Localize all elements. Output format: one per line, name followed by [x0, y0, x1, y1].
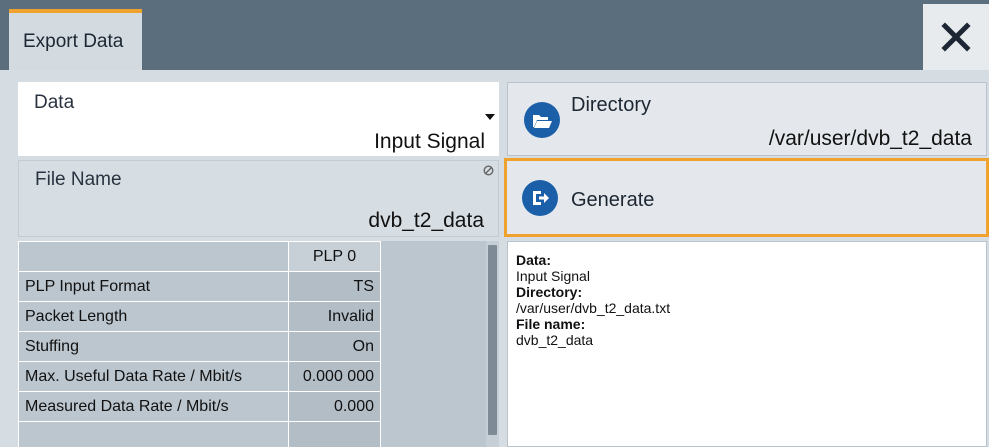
- row-label: Max. Useful Data Rate / Mbit/s: [18, 361, 289, 392]
- data-select-value: Input Signal: [374, 130, 485, 153]
- directory-label: Directory: [571, 94, 652, 116]
- row-value-empty: [288, 421, 381, 447]
- generate-button[interactable]: Generate: [504, 158, 989, 237]
- table-header-row: PLP 0: [18, 241, 381, 272]
- data-select-label: Data: [34, 92, 75, 113]
- table-row: Stuffing On: [18, 331, 381, 362]
- summary-data-value: Input Signal: [516, 268, 590, 284]
- row-label: Packet Length: [18, 301, 289, 332]
- column-header-plp0: PLP 0: [288, 241, 381, 272]
- summary-data-key: Data:: [516, 252, 552, 268]
- table-corner: [18, 241, 289, 272]
- file-name-value: dvb_t2_data: [368, 209, 484, 232]
- export-icon: [522, 180, 558, 216]
- row-label-empty: [18, 421, 289, 447]
- close-button[interactable]: [923, 4, 989, 70]
- directory-value: /var/user/dvb_t2_data: [768, 127, 972, 150]
- dropdown-arrow-icon: [485, 114, 495, 120]
- export-summary: Data: Input Signal Directory: /var/user/…: [507, 241, 987, 447]
- row-label: PLP Input Format: [18, 271, 289, 302]
- summary-file-value: dvb_t2_data: [516, 332, 594, 348]
- table-row: Max. Useful Data Rate / Mbit/s 0.000 000: [18, 361, 381, 392]
- table-row: Packet Length Invalid: [18, 301, 381, 332]
- plp-info-table: PLP 0 PLP Input Format TS Packet Length …: [18, 241, 499, 447]
- table-scrollbar-thumb[interactable]: [488, 245, 497, 435]
- data-select[interactable]: Data Input Signal: [18, 82, 499, 156]
- row-label: Stuffing: [18, 331, 289, 362]
- file-name-field[interactable]: File Name dvb_t2_data: [18, 160, 499, 237]
- summary-directory-key: Directory:: [516, 284, 583, 300]
- directory-button[interactable]: Directory /var/user/dvb_t2_data: [507, 82, 987, 156]
- close-icon: [941, 22, 971, 52]
- summary-file-key: File name:: [516, 316, 586, 332]
- table-row: Measured Data Rate / Mbit/s 0.000: [18, 391, 381, 422]
- folder-open-icon: [524, 102, 560, 138]
- generate-label: Generate: [571, 189, 655, 211]
- summary-directory-value: /var/user/dvb_t2_data.txt: [516, 300, 671, 316]
- disabled-edit-icon: [483, 165, 494, 176]
- dialog-titlebar: [0, 0, 989, 70]
- table-row: PLP Input Format TS: [18, 271, 381, 302]
- row-value[interactable]: 0.000: [288, 391, 381, 422]
- row-value[interactable]: 0.000 000: [288, 361, 381, 392]
- dialog-title: Export Data: [23, 30, 124, 52]
- row-value[interactable]: TS: [288, 271, 381, 302]
- file-name-label: File Name: [35, 169, 122, 190]
- table-row: [18, 421, 381, 447]
- row-label: Measured Data Rate / Mbit/s: [18, 391, 289, 422]
- row-value[interactable]: Invalid: [288, 301, 381, 332]
- row-value[interactable]: On: [288, 331, 381, 362]
- dialog-title-tab: Export Data: [9, 9, 142, 70]
